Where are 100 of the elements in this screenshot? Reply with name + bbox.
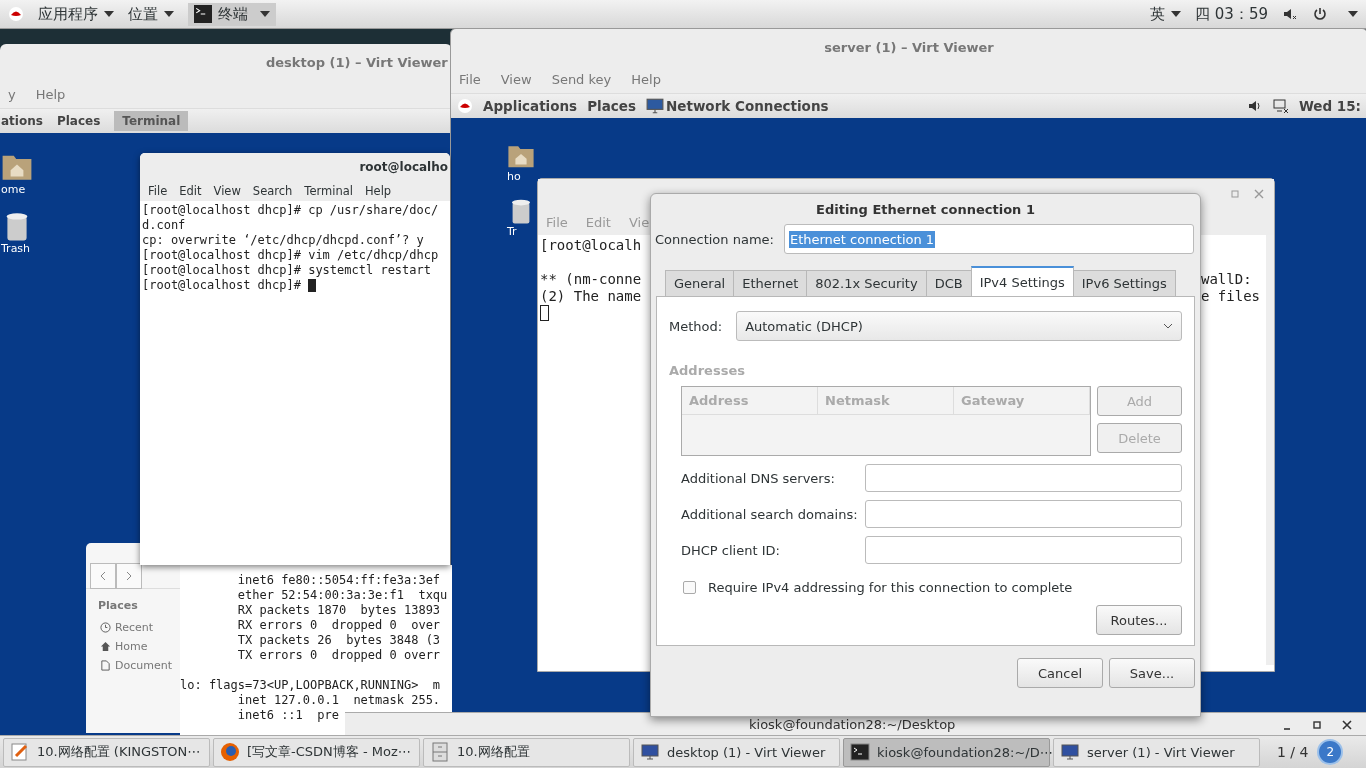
terminal-task[interactable]: Terminal bbox=[114, 111, 189, 131]
caret-icon bbox=[104, 11, 114, 17]
menu-item[interactable]: Help bbox=[35, 86, 66, 102]
terminal-line: e files bbox=[1201, 288, 1260, 305]
terminal-line: [root@localhost dhcp]# systemctl restart bbox=[142, 263, 432, 278]
terminal-line: RX errors 0 dropped 0 over bbox=[236, 618, 442, 633]
terminal-line: wallD: bbox=[1201, 271, 1253, 288]
caret-icon[interactable] bbox=[1348, 11, 1358, 17]
sidebar-item[interactable]: Home bbox=[86, 637, 148, 656]
terminal-line: cp: overwrite ‘/etc/dhcp/dhcpd.conf’? y bbox=[142, 233, 425, 248]
section-heading: Addresses bbox=[669, 363, 746, 378]
sidebar-heading: Places bbox=[97, 599, 139, 612]
file-cabinet-icon bbox=[430, 742, 450, 762]
sidebar-item[interactable]: Recent bbox=[86, 618, 154, 637]
scrollbar[interactable] bbox=[1266, 235, 1274, 665]
window-title: kiosk@foundation28:~/Desktop bbox=[749, 717, 956, 732]
field-label: Method: bbox=[669, 318, 723, 334]
dialog-title: Editing Ethernet connection 1 bbox=[815, 200, 1036, 219]
applications-menu[interactable]: 应用程序 bbox=[38, 4, 114, 24]
terminal-line: inet 127.0.0.1 netmask 255. bbox=[236, 693, 442, 708]
icon-label[interactable]: Tr bbox=[507, 225, 517, 238]
close-icon[interactable] bbox=[1342, 719, 1352, 730]
tab[interactable]: DCB bbox=[925, 270, 972, 296]
tab[interactable]: General bbox=[665, 270, 735, 296]
panel-menu[interactable]: ations bbox=[1, 114, 43, 128]
menu-item[interactable]: Send key bbox=[551, 71, 612, 87]
field-label: Connection name: bbox=[655, 231, 774, 247]
terminal-line: lo: flags=73<UP,LOOPBACK,RUNNING> m bbox=[180, 678, 442, 693]
routes-button[interactable]: Routes... bbox=[1096, 605, 1182, 635]
tab[interactable]: Ethernet bbox=[733, 270, 808, 296]
chevron-right-icon bbox=[124, 571, 134, 581]
caret-icon bbox=[164, 11, 174, 17]
clock-icon bbox=[100, 622, 111, 633]
menu-item[interactable]: y bbox=[8, 86, 16, 102]
window-title: desktop (1) – Virt Viewer bbox=[265, 53, 449, 72]
clock[interactable]: Wed 15: bbox=[1298, 98, 1361, 114]
maximize-icon[interactable] bbox=[1312, 719, 1322, 730]
network-icon[interactable] bbox=[1272, 98, 1289, 114]
clock[interactable]: 四 03：59 bbox=[1195, 4, 1268, 24]
terminal-line: ether 52:54:00:3a:3e:f1 txqu bbox=[236, 588, 449, 603]
power-icon[interactable] bbox=[1312, 6, 1328, 22]
taskbar-button[interactable]: 10.网络配置 (KINGSTON⋯ bbox=[3, 737, 210, 767]
workspace-pager[interactable]: 1 / 4 bbox=[1271, 744, 1315, 760]
method-dropdown[interactable]: Automatic (DHCP) bbox=[736, 311, 1182, 341]
window-title: server (1) – Virt Viewer bbox=[823, 38, 995, 57]
terminal-line: (2) The name bbox=[540, 288, 642, 305]
input-field[interactable] bbox=[865, 464, 1182, 492]
menu-item[interactable]: Terminal bbox=[304, 184, 353, 198]
taskbar-button[interactable]: 10.网络配置 bbox=[423, 737, 630, 767]
tab[interactable]: IPv6 Settings bbox=[1072, 270, 1176, 296]
speaker-icon[interactable] bbox=[1246, 98, 1263, 114]
cursor bbox=[540, 305, 549, 321]
taskbar-button[interactable]: kiosk@foundation28:~/D⋯ bbox=[843, 737, 1050, 767]
network-connections-task[interactable]: Network Connections bbox=[666, 98, 829, 114]
menu-item[interactable]: View bbox=[500, 71, 532, 87]
menu-item[interactable]: Help bbox=[364, 184, 392, 198]
dialog-button[interactable]: Save... bbox=[1109, 658, 1195, 688]
notification-badge[interactable]: 2 bbox=[1317, 739, 1344, 765]
checkbox[interactable] bbox=[683, 581, 696, 594]
document-icon bbox=[100, 660, 111, 671]
input-field[interactable] bbox=[865, 536, 1182, 564]
icon-label[interactable]: ho bbox=[507, 170, 521, 183]
terminal-line: d.conf bbox=[142, 218, 187, 233]
caret-icon bbox=[1171, 11, 1182, 17]
chevron-down-icon bbox=[1163, 323, 1173, 329]
terminal-line: RX packets 1870 bytes 13893 bbox=[236, 603, 442, 618]
input-field[interactable] bbox=[865, 500, 1182, 528]
taskbar-button[interactable]: server (1) - Virt Viewer bbox=[1053, 737, 1260, 767]
terminal-task[interactable]: 终端 bbox=[188, 2, 276, 26]
icon-label[interactable]: ome bbox=[1, 183, 26, 196]
tab[interactable]: 802.1x Security bbox=[806, 270, 927, 296]
menu-item[interactable]: File bbox=[148, 184, 168, 198]
terminal-line: TX errors 0 dropped 0 overr bbox=[236, 648, 442, 663]
terminal-line: [root@localhost dhcp]# bbox=[142, 278, 301, 293]
taskbar-button[interactable]: [写文章-CSDN博客 - Moz⋯ bbox=[213, 737, 420, 767]
panel-menu[interactable]: Applications bbox=[483, 98, 578, 114]
menu-item[interactable]: File bbox=[459, 71, 481, 87]
taskbar-button[interactable]: desktop (1) - Virt Viewer bbox=[633, 737, 840, 767]
checkbox-label[interactable]: Require IPv4 addressing for this connection to complete bbox=[708, 580, 1073, 595]
panel-menu[interactable]: Places bbox=[56, 114, 101, 128]
menu-item[interactable]: Search bbox=[252, 184, 293, 198]
input-method-menu[interactable]: 英 bbox=[1150, 4, 1182, 24]
field-label: DHCP client ID: bbox=[681, 542, 781, 558]
tab[interactable]: IPv4 Settings bbox=[970, 266, 1074, 296]
terminal-line: TX packets 26 bytes 3848 (3 bbox=[236, 633, 442, 648]
icon-label[interactable]: Trash bbox=[1, 242, 31, 255]
task-label: 终端 bbox=[218, 4, 248, 24]
sidebar-item[interactable]: Document bbox=[86, 656, 172, 675]
hat-icon bbox=[8, 6, 24, 22]
menu-item[interactable]: View bbox=[213, 184, 241, 198]
monitor-icon[interactable] bbox=[646, 97, 664, 115]
panel-menu[interactable]: Places bbox=[587, 98, 636, 114]
menu-item[interactable]: Edit bbox=[179, 184, 202, 198]
menu-item[interactable]: Help bbox=[631, 71, 661, 87]
terminal-line: inet6 ::1 pre bbox=[236, 708, 340, 723]
dialog-button[interactable]: Cancel bbox=[1017, 658, 1103, 688]
muted-speaker-icon[interactable] bbox=[1282, 6, 1298, 22]
field-label: Additional DNS servers: bbox=[681, 470, 836, 486]
places-menu[interactable]: 位置 bbox=[128, 4, 174, 24]
terminal-line: inet6 fe80::5054:ff:fe3a:3ef bbox=[236, 573, 442, 588]
